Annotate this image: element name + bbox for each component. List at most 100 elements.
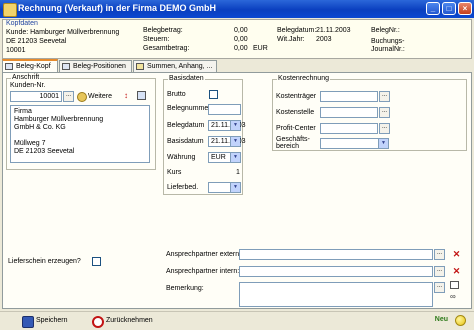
header-zip-city: DE 21203 Seevetal xyxy=(6,38,67,45)
ansprech-extern-lookup-button[interactable]: ... xyxy=(434,249,445,260)
address-card-icon[interactable] xyxy=(137,91,146,100)
chevron-down-icon[interactable]: ▼ xyxy=(230,137,240,146)
status-indicator-icon xyxy=(455,315,466,326)
kostentraeger-lookup-button[interactable]: ... xyxy=(379,91,390,102)
geschaeftsbereich-select[interactable]: ▼ xyxy=(320,138,389,149)
gesamtbetrag-value: 0,00 xyxy=(234,45,248,52)
document-icon xyxy=(5,63,13,70)
header-number: 10001 xyxy=(6,47,26,54)
tab-content: Anschrift Kunden-Nr. 10001 ... Weitere ↕… xyxy=(2,72,472,309)
tab-label: Beleg-Positionen xyxy=(73,63,126,70)
weitere-button[interactable]: Weitere xyxy=(88,93,112,100)
wjahr-value: 2003 xyxy=(316,36,332,43)
sort-icon[interactable]: ↕ xyxy=(124,91,128,100)
basisdaten-title: Basisdaten xyxy=(168,75,205,82)
table-icon xyxy=(62,63,70,70)
ansprech-extern-label: Ansprechpartner extern: xyxy=(166,251,242,258)
tab-label: Summen, Anhang, ... xyxy=(147,63,213,70)
waehrung-select[interactable]: EUR ▼ xyxy=(208,152,241,163)
kostenrechnung-title: Kostenrechnung xyxy=(277,75,330,82)
bemerkung-label: Bemerkung: xyxy=(166,285,204,292)
address-line: DE 21203 Seevetal xyxy=(14,148,75,155)
address-line: Müllweg 7 xyxy=(14,140,46,147)
address-textarea[interactable]: Firma Hamburger Müllverbrennung GmbH & C… xyxy=(10,105,150,163)
kunden-nr-label: Kunden-Nr. xyxy=(10,82,46,89)
minimize-button[interactable]: _ xyxy=(426,2,440,15)
belegdatum-select-value: 21.11.2003 xyxy=(211,122,246,129)
profitcenter-lookup-button[interactable]: ... xyxy=(379,123,390,134)
basisdatum-label: Basisdatum xyxy=(167,138,204,145)
address-line xyxy=(14,132,146,140)
profitcenter-input[interactable] xyxy=(320,123,378,134)
delete-icon[interactable]: ✕ xyxy=(452,250,461,259)
tab-beleg-positionen[interactable]: Beleg-Positionen xyxy=(59,60,132,72)
undo-button[interactable]: Zurücknehmen xyxy=(92,315,153,328)
kunden-nr-input[interactable]: 10001 xyxy=(10,91,62,102)
bottom-toolbar: Speichern Zurücknehmen Neu xyxy=(0,311,474,330)
kostentraeger-label: Kostenträger xyxy=(276,93,317,100)
tab-beleg-kopf[interactable]: Beleg-Kopf xyxy=(2,59,58,72)
header-section-label: Kopfdaten xyxy=(6,20,38,27)
waehrung-select-value: EUR xyxy=(211,154,226,161)
lieferbed-select[interactable]: ▼ xyxy=(208,182,241,193)
ansprech-intern-input[interactable] xyxy=(239,266,433,277)
close-button[interactable]: × xyxy=(458,2,472,15)
bemerkung-edit-button[interactable]: ... xyxy=(434,282,445,293)
status-text: Neu xyxy=(434,316,448,323)
belegdatum-select[interactable]: 21.11.2003 ▼ xyxy=(208,120,246,131)
belegdatum-field-label: Belegdatum xyxy=(167,122,205,129)
save-button[interactable]: Speichern xyxy=(22,315,68,328)
kurs-label: Kurs xyxy=(167,169,182,176)
header-customer: Kunde: Hamburger Müllverbrennung xyxy=(6,29,120,36)
ansprech-intern-label: Ansprechpartner intern: xyxy=(166,268,240,275)
chevron-down-icon[interactable]: ▼ xyxy=(230,183,240,192)
kostenstelle-input[interactable] xyxy=(320,107,378,118)
address-line: GmbH & Co. KG xyxy=(14,124,66,131)
kostenrechnung-group: Kostenrechnung Kostenträger ... Kostenst… xyxy=(272,75,467,151)
kunden-nr-lookup-button[interactable]: ... xyxy=(63,91,74,102)
chevron-down-icon[interactable]: ▼ xyxy=(230,121,240,130)
floppy-disk-icon xyxy=(22,316,34,328)
belegbetrag-label: Belegbetrag: xyxy=(143,27,183,34)
address-line: Hamburger Müllverbrennung xyxy=(14,116,104,123)
anschrift-title: Anschrift xyxy=(11,74,41,81)
address-line: Firma xyxy=(14,108,32,115)
currency-value: EUR xyxy=(253,45,268,52)
notepad-icon[interactable] xyxy=(450,281,459,289)
geschaeftsbereich-label-2: bereich xyxy=(276,143,299,150)
delete-icon[interactable]: ✕ xyxy=(452,267,461,276)
chevron-down-icon[interactable]: ▼ xyxy=(378,139,388,148)
kostenstelle-lookup-button[interactable]: ... xyxy=(379,107,390,118)
ansprech-intern-lookup-button[interactable]: ... xyxy=(434,266,445,277)
lieferbed-label: Lieferbed. xyxy=(167,184,199,191)
wjahr-label: Wit.Jahr: xyxy=(277,36,305,43)
lieferschein-checkbox[interactable] xyxy=(92,257,101,266)
app-icon xyxy=(3,3,17,17)
basisdatum-select-value: 21.11.2003 xyxy=(211,138,246,145)
lieferschein-label: Lieferschein erzeugen? xyxy=(8,258,81,265)
weitere-icon[interactable] xyxy=(77,92,87,102)
belegbetrag-value: 0,00 xyxy=(234,27,248,34)
tab-summen-anhang[interactable]: Summen, Anhang, ... xyxy=(133,60,217,72)
bemerkung-textarea[interactable] xyxy=(239,282,433,307)
steuern-value: 0,00 xyxy=(234,36,248,43)
ansprech-extern-input[interactable] xyxy=(239,249,433,260)
tab-label: Beleg-Kopf xyxy=(16,63,51,70)
kostentraeger-input[interactable] xyxy=(320,91,378,102)
basisdatum-select[interactable]: 21.11.2003 ▼ xyxy=(208,136,246,147)
kurs-value: 1 xyxy=(236,169,240,176)
header-summary-panel: Kopfdaten Kunde: Hamburger Müllverbrennu… xyxy=(2,19,472,59)
chevron-down-icon[interactable]: ▼ xyxy=(230,153,240,162)
title-bar[interactable]: Rechnung (Verkauf) in der Firma DEMO Gmb… xyxy=(0,0,474,18)
brutto-checkbox[interactable] xyxy=(209,90,218,99)
window-title: Rechnung (Verkauf) in der Firma DEMO Gmb… xyxy=(18,3,217,13)
undo-icon xyxy=(92,316,104,328)
save-button-label: Speichern xyxy=(36,317,68,324)
basisdaten-group: Basisdaten Brutto Belegnummer Belegdatum… xyxy=(163,75,246,195)
binoculars-icon[interactable]: ∞ xyxy=(450,293,460,301)
steuern-label: Steuern: xyxy=(143,36,170,43)
kostenstelle-label: Kostenstelle xyxy=(276,109,315,116)
belegdatum-value: 21.11.2003 xyxy=(316,27,351,34)
maximize-button[interactable]: □ xyxy=(442,2,456,15)
belegnummer-input[interactable] xyxy=(208,104,241,115)
